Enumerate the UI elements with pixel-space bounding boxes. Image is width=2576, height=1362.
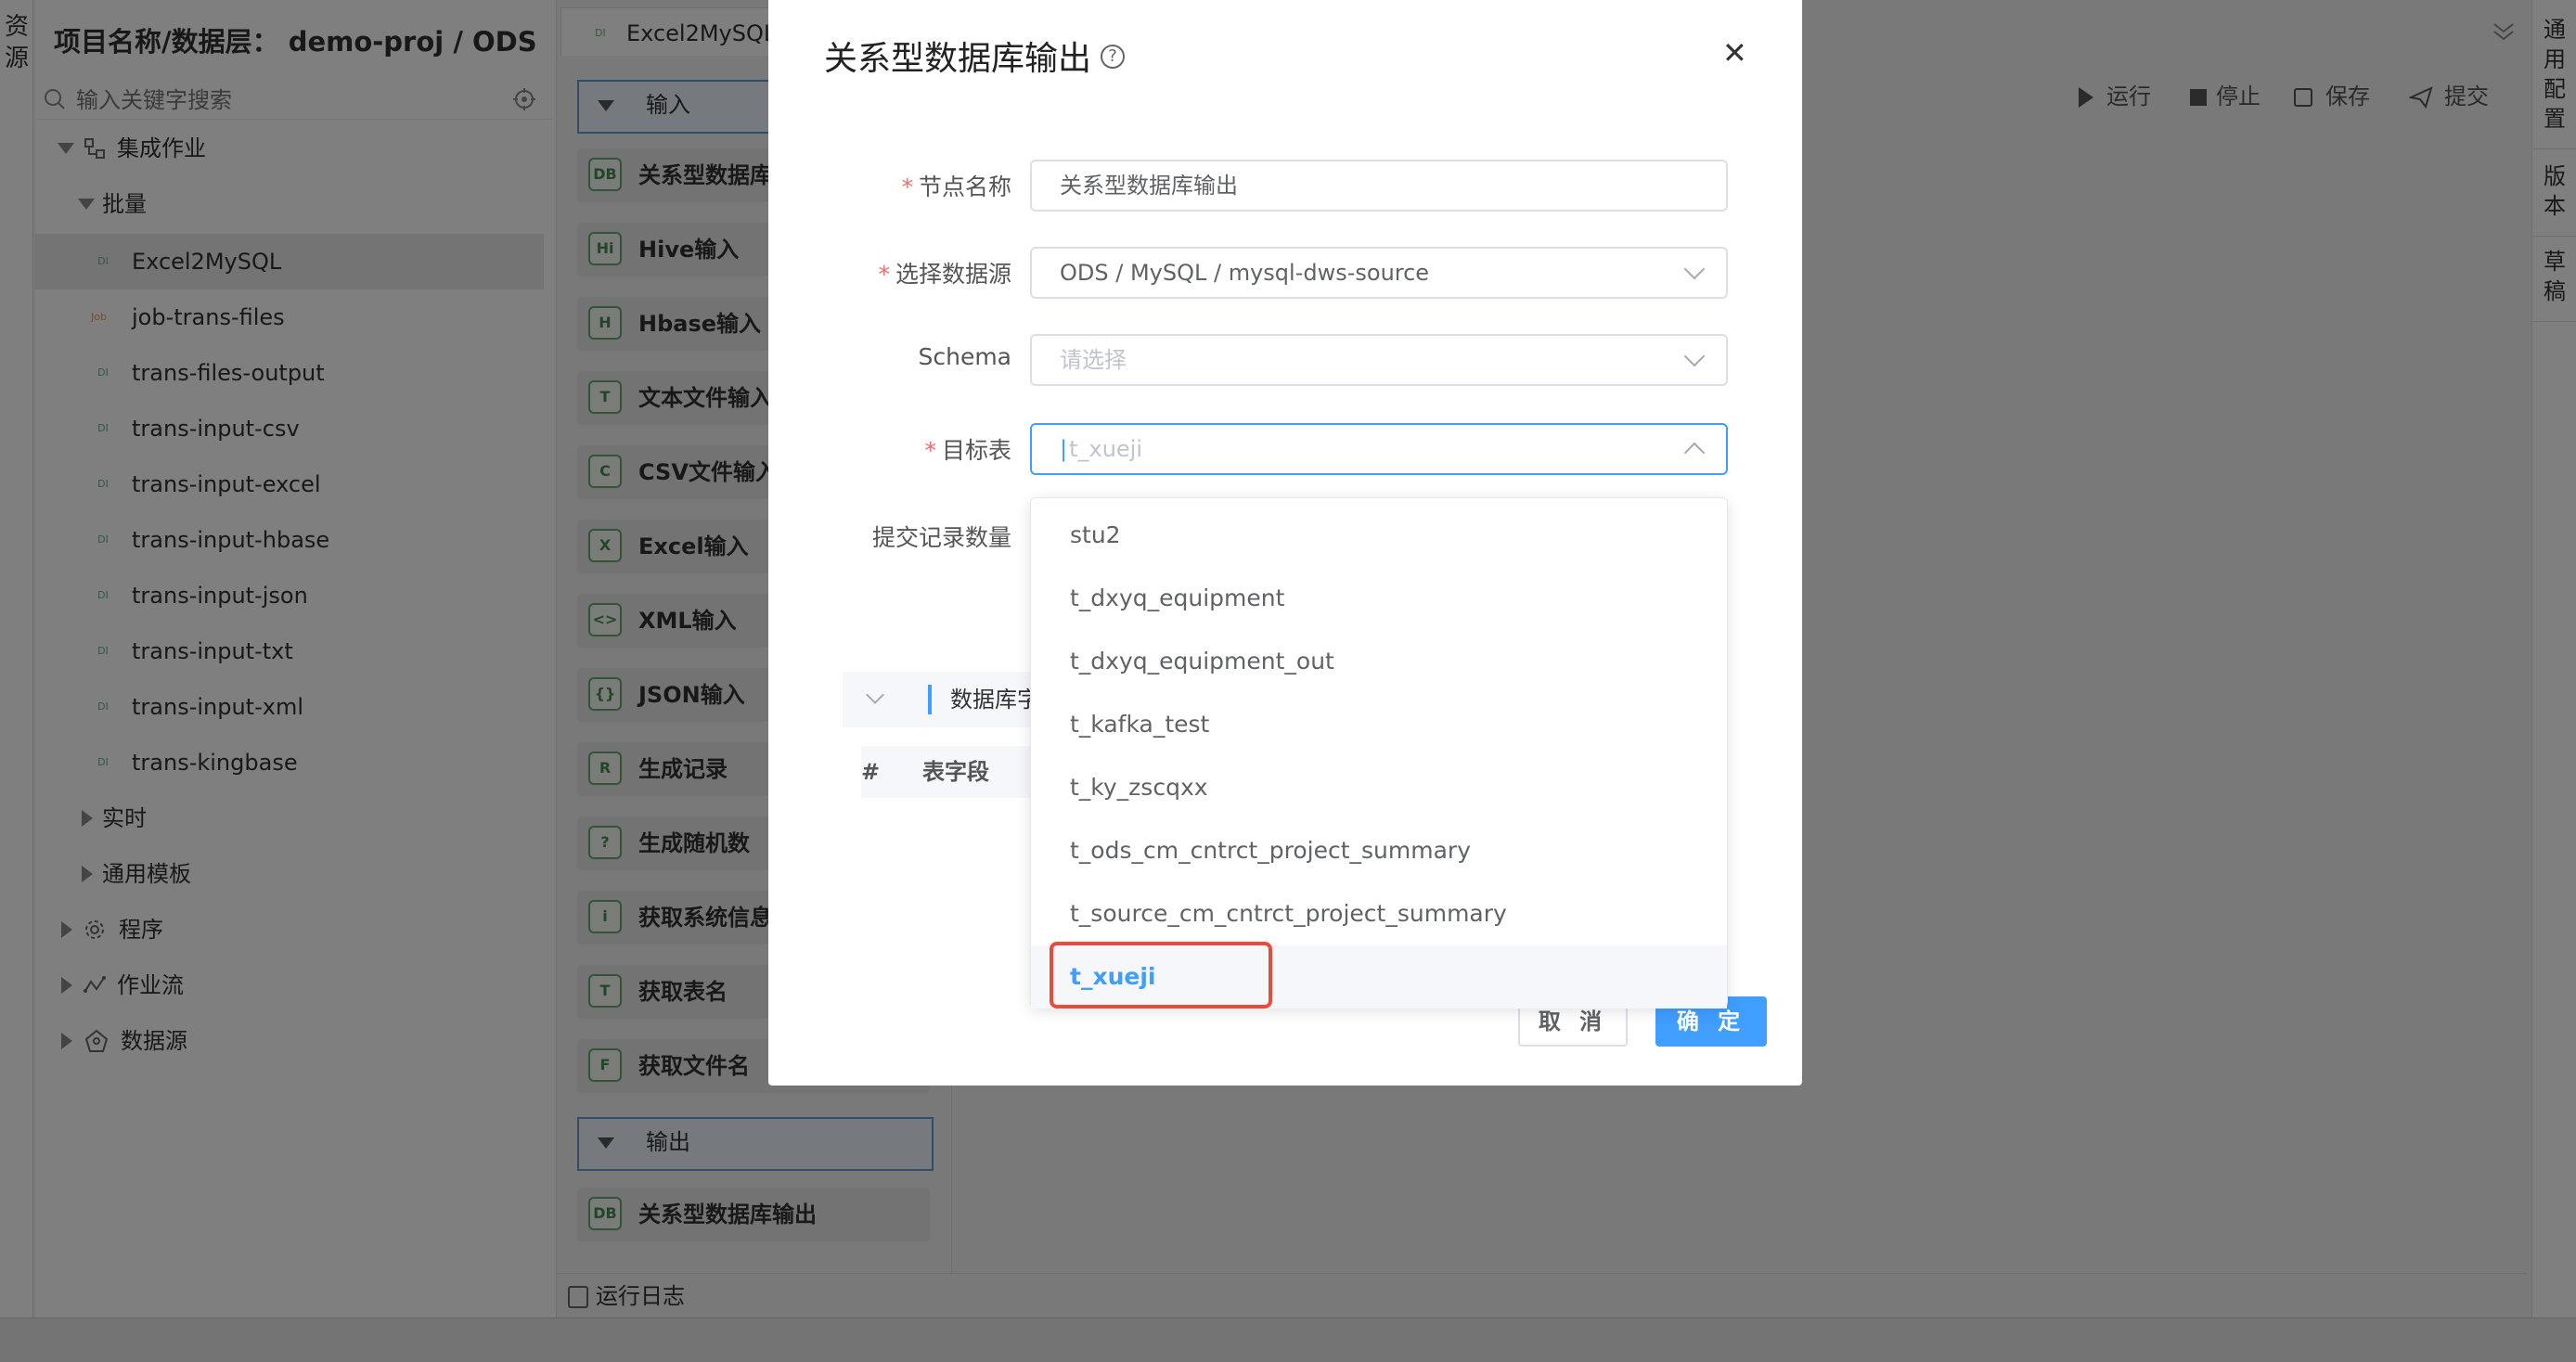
help-icon[interactable]: ? <box>1101 45 1125 69</box>
dropdown-option[interactable]: t_dxyq_equipment_out <box>1031 630 1727 693</box>
dropdown-option[interactable]: t_ods_cm_cntrct_project_summary <box>1031 819 1727 882</box>
schema-select[interactable]: 请选择 <box>1030 334 1728 386</box>
target-table-dropdown: stu2 t_dxyq_equipment t_dxyq_equipment_o… <box>1030 497 1728 1009</box>
chevron-down-icon <box>866 686 884 704</box>
chevron-up-icon <box>1683 442 1706 464</box>
node-name-label: * 节点名称 <box>901 173 1011 200</box>
field-header: 表字段 <box>922 759 989 785</box>
datasource-label: * 选择数据源 <box>878 261 1011 288</box>
dropdown-option[interactable]: t_dxyq_equipment <box>1031 567 1727 630</box>
dialog-title: 关系型数据库输出 <box>824 40 1092 78</box>
highlight-annotation <box>1050 942 1272 1009</box>
close-icon[interactable]: ✕ <box>1722 35 1747 71</box>
dropdown-option[interactable]: t_ky_zscqxx <box>1031 756 1727 819</box>
dropdown-option[interactable]: t_kafka_test <box>1031 693 1727 756</box>
node-name-input[interactable]: 关系型数据库输出 <box>1030 160 1728 212</box>
dropdown-option[interactable]: t_source_cm_cntrct_project_summary <box>1031 882 1727 945</box>
target-table-label: * 目标表 <box>924 437 1011 464</box>
chevron-down-icon <box>1683 258 1706 280</box>
mapping-label: 数据库字 <box>950 687 1039 713</box>
datasource-select[interactable]: ODS / MySQL / mysql-dws-source <box>1030 247 1728 299</box>
dropdown-option[interactable]: stu2 <box>1031 504 1727 567</box>
index-header: # <box>861 759 881 785</box>
commit-count-label: 提交记录数量 <box>871 524 1011 551</box>
chevron-down-icon <box>1683 345 1706 367</box>
schema-label: Schema <box>918 343 1011 370</box>
target-table-select[interactable]: |t_xueji <box>1030 423 1728 475</box>
